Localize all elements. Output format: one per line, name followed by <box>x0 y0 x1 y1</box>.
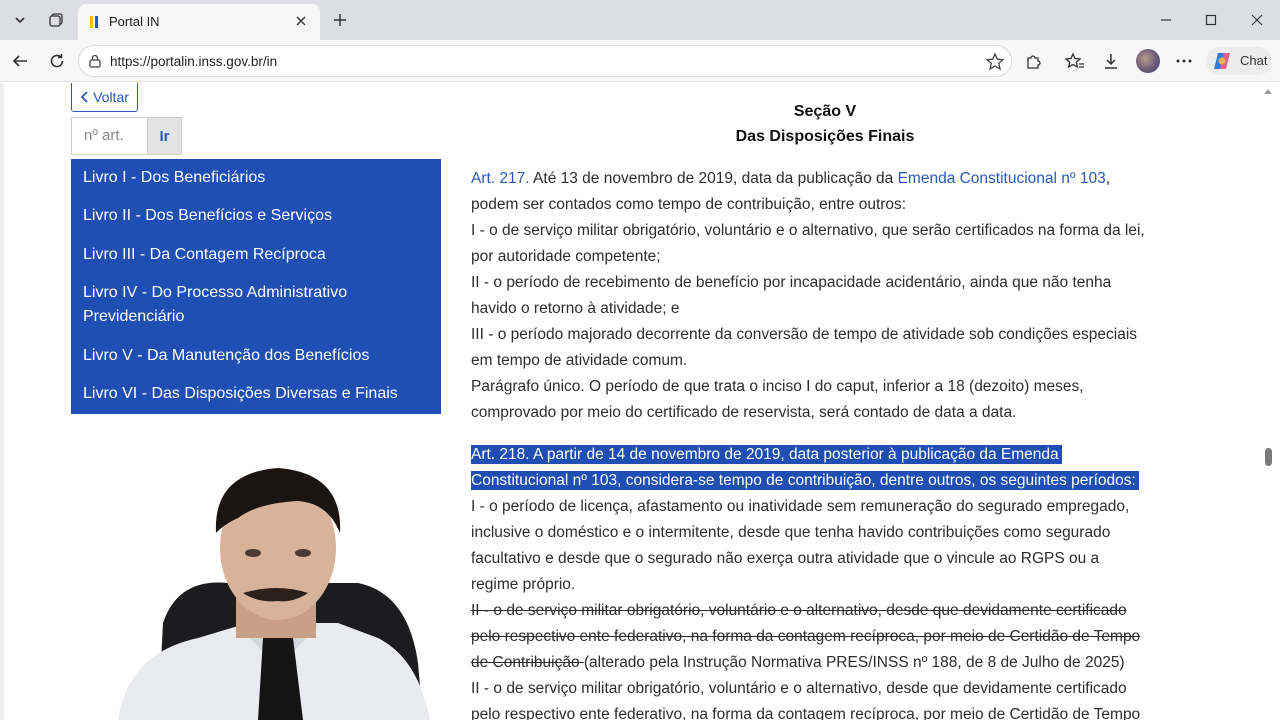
browser-toolbar: https://portalin.inss.gov.br/in Chat <box>0 40 1280 82</box>
scrollbar-thumb[interactable] <box>1265 448 1272 466</box>
chat-label: Chat <box>1240 53 1268 68</box>
site-info-icon <box>89 54 101 68</box>
url-text: https://portalin.inss.gov.br/in <box>110 54 278 69</box>
back-nav-button[interactable] <box>7 48 33 74</box>
back-button-label: Voltar <box>93 88 129 105</box>
close-icon <box>1251 14 1263 26</box>
revoked-text: de Contribuição <box>471 654 584 671</box>
article-number-input[interactable]: nº art. <box>71 117 147 155</box>
book-link-4-cont[interactable]: Previdenciário <box>83 305 423 329</box>
text-line: pelo respectivo ente federativo, na form… <box>471 706 1141 720</box>
amendment-note: (alterado pela Instrução Normativa PRES/… <box>583 654 1125 671</box>
favorites-button[interactable] <box>1064 50 1086 72</box>
book-link-4[interactable]: Livro IV - Do Processo Administrativo <box>83 281 423 305</box>
scroll-up-arrow-icon[interactable] <box>1263 87 1273 95</box>
tab-list-button[interactable] <box>6 6 34 34</box>
selected-text-line: Constitucional nº 103, considera-se temp… <box>471 470 1139 492</box>
selected-text: Constitucional nº 103, considera-se temp… <box>471 471 1139 490</box>
text-line: II - o período de recebimento de benefíc… <box>471 274 1112 291</box>
revoked-text-line: pelo respectivo ente federativo, na form… <box>471 628 1141 645</box>
minimize-icon <box>1161 19 1171 21</box>
text-line: I - o de serviço militar obrigatório, vo… <box>471 222 1145 239</box>
book-link-1[interactable]: Livro I - Dos Beneficiários <box>83 166 423 190</box>
webcam-presenter-image <box>118 463 448 720</box>
favorite-star-icon[interactable] <box>985 52 1005 72</box>
active-tab[interactable]: Portal IN <box>78 4 320 40</box>
revoked-text-line: de Contribuição (alterado pela Instrução… <box>471 652 1125 674</box>
more-horizontal-icon <box>1176 59 1192 63</box>
tab-title: Portal IN <box>109 14 160 29</box>
text-line: em tempo de atividade comum. <box>471 352 688 369</box>
downloads-button[interactable] <box>1100 50 1122 72</box>
art-217-comma: , <box>1105 170 1111 187</box>
workspaces-icon <box>49 13 63 27</box>
books-menu: Livro I - Dos Beneficiários Livro II - D… <box>71 159 441 414</box>
more-options-button[interactable] <box>1173 50 1195 72</box>
address-bar[interactable]: https://portalin.inss.gov.br/in <box>78 45 1012 77</box>
back-button[interactable]: Voltar <box>71 83 138 112</box>
go-button-label: Ir <box>159 127 170 145</box>
plus-icon <box>334 14 346 26</box>
text-line: comprovado por meio do certificado de re… <box>471 404 1017 421</box>
article-input-placeholder: nº art. <box>84 127 124 144</box>
close-icon <box>296 16 306 26</box>
download-icon <box>1105 54 1117 69</box>
book-link-3[interactable]: Livro III - Da Contagem Recíproca <box>83 243 423 267</box>
text-line: por autoridade competente; <box>471 248 661 265</box>
reload-icon <box>50 54 64 68</box>
text-line: I - o período de licença, afastamento ou… <box>471 498 1130 515</box>
text-line: facultativo e desde que o segurado não e… <box>471 550 1100 567</box>
book-link-2[interactable]: Livro II - Dos Benefícios e Serviços <box>83 204 423 228</box>
page-left-edge <box>0 83 4 720</box>
selected-text: Art. 218. A partir de 14 de novembro de … <box>471 445 1062 464</box>
art-217-first-line: Art. 217. Até 13 de novembro de 2019, da… <box>471 168 1110 190</box>
chevron-left-icon <box>80 90 88 103</box>
art-217-text: Até 13 de novembro de 2019, data da publ… <box>529 170 898 187</box>
text-line: havido o retorno à atividade; e <box>471 300 680 317</box>
new-tab-button[interactable] <box>328 8 352 32</box>
close-window-button[interactable] <box>1247 10 1267 30</box>
close-tab-button[interactable] <box>292 12 310 30</box>
maximize-button[interactable] <box>1201 10 1221 30</box>
favorites-list-icon <box>1065 52 1084 69</box>
text-line: regime próprio. <box>471 576 576 593</box>
text-line: III - o período majorado decorrente da c… <box>471 326 1138 343</box>
text-line: inclusive o doméstico e o intermitente, … <box>471 524 1111 541</box>
text-line: II - o de serviço militar obrigatório, v… <box>471 680 1127 697</box>
book-link-5[interactable]: Livro V - Da Manutenção dos Benefícios <box>83 344 423 368</box>
section-subtitle: Das Disposições Finais <box>735 128 915 145</box>
emenda-link[interactable]: Emenda Constitucional nº 103 <box>898 170 1106 187</box>
minimize-button[interactable] <box>1156 10 1176 30</box>
text-line: Parágrafo único. O período de que trata … <box>471 378 1084 395</box>
workspaces-button[interactable] <box>42 6 70 34</box>
portal-favicon-icon <box>90 16 98 28</box>
chevron-down-icon <box>15 17 25 24</box>
copilot-chat-button[interactable]: Chat <box>1206 47 1272 75</box>
extensions-button[interactable] <box>1023 50 1045 72</box>
profile-avatar[interactable] <box>1136 49 1160 73</box>
art-217-label[interactable]: Art. 217. <box>471 170 530 187</box>
selected-text-line: Art. 218. A partir de 14 de novembro de … <box>471 444 1062 466</box>
page-content: Voltar nº art. Ir Livro I - Dos Benefici… <box>0 83 1280 720</box>
revoked-text-line: II - o de serviço militar obrigatório, v… <box>471 602 1127 619</box>
puzzle-icon <box>1027 55 1041 69</box>
copilot-icon <box>1214 53 1230 69</box>
book-link-6[interactable]: Livro VI - Das Disposições Diversas e Fi… <box>83 382 423 406</box>
arrow-left-icon <box>12 55 27 67</box>
text-line: podem ser contados como tempo de contrib… <box>471 196 907 213</box>
section-title: Seção V <box>793 103 857 120</box>
go-button[interactable]: Ir <box>147 117 182 155</box>
maximize-icon <box>1205 14 1217 26</box>
reload-button[interactable] <box>44 48 70 74</box>
tab-bar: Portal IN <box>0 0 1280 40</box>
